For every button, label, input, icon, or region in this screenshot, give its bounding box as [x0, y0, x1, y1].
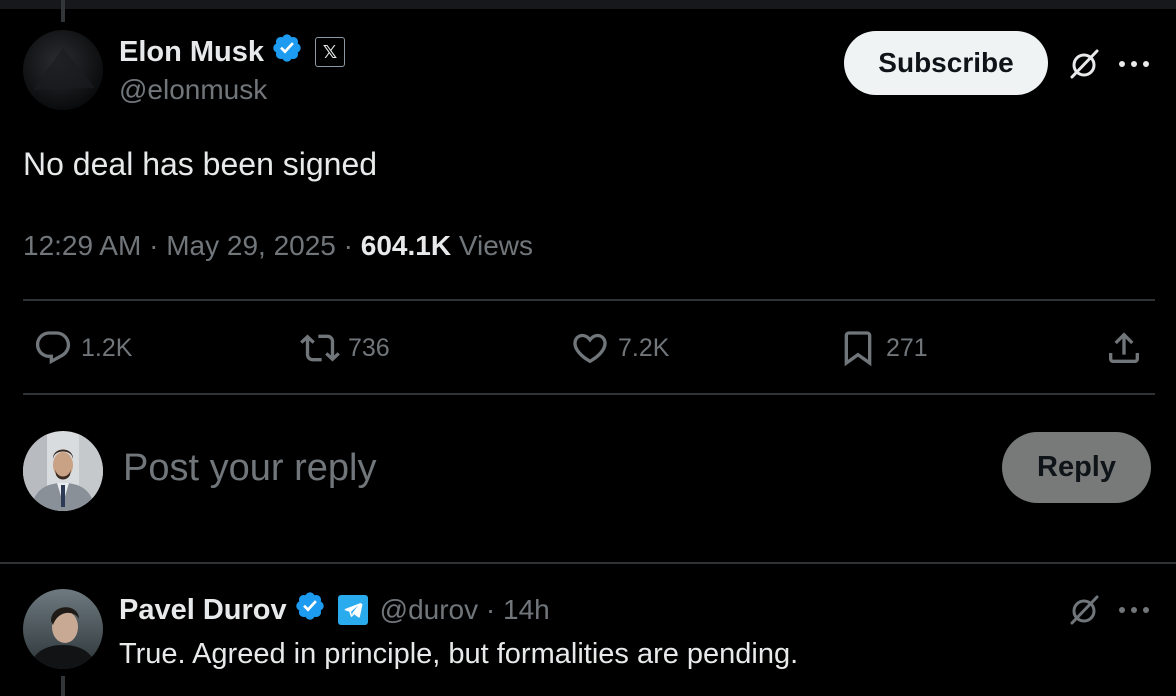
reply-author-name[interactable]: Pavel Durov: [119, 594, 287, 627]
verified-badge-icon: [294, 590, 326, 630]
author-handle[interactable]: @elonmusk: [119, 74, 267, 106]
divider: [23, 299, 1155, 301]
bookmark-icon: [844, 331, 872, 367]
repost-icon: [300, 334, 340, 362]
heart-icon: [573, 333, 607, 364]
repost-count: 736: [348, 333, 390, 362]
x-logo-icon[interactable]: 𝕏: [315, 37, 346, 67]
verified-badge-icon: [271, 32, 303, 72]
author-name[interactable]: Elon Musk 𝕏: [119, 32, 346, 72]
tweet-text: No deal has been signed: [23, 146, 378, 182]
reply-action[interactable]: 1.2K: [33, 326, 132, 370]
bookmark-count: 271: [886, 333, 928, 362]
meta-separator: ·: [141, 230, 167, 261]
author-name-text: Elon Musk: [119, 35, 265, 68]
author-avatar[interactable]: [23, 30, 103, 110]
grok-icon[interactable]: [1064, 44, 1104, 84]
meta-separator: ·: [335, 230, 361, 261]
top-edge: [0, 0, 1176, 9]
divider: [23, 393, 1155, 395]
reply-input[interactable]: [123, 444, 923, 492]
meta-separator: ·: [478, 594, 503, 625]
like-count: 7.2K: [618, 333, 670, 362]
like-action[interactable]: 7.2K: [570, 326, 669, 370]
telegram-logo-icon[interactable]: [337, 595, 368, 625]
reply-author-header: Pavel Durov @durov · 14h: [119, 590, 550, 630]
reply-time[interactable]: 14h: [503, 594, 550, 625]
subscribe-button[interactable]: Subscribe: [844, 31, 1048, 95]
reply-author-avatar[interactable]: [23, 589, 103, 669]
reply-icon: [35, 331, 71, 365]
reply-count: 1.2K: [81, 333, 133, 362]
reply-meta: @durov · 14h: [380, 594, 550, 626]
tweet-detail-page: Elon Musk 𝕏 @elonmusk Subscribe No deal …: [0, 0, 1176, 696]
thread-line-top: [61, 0, 65, 22]
more-options-icon[interactable]: [1116, 596, 1152, 624]
reply-handle[interactable]: @durov: [380, 594, 478, 625]
views-count: 604.1K: [360, 230, 452, 261]
reply-text: True. Agreed in principle, but formaliti…: [119, 638, 799, 670]
reply-button[interactable]: Reply: [1002, 432, 1151, 503]
tweet-meta: 12:29 AM · May 29, 2025 · 604.1K Views: [23, 230, 533, 262]
share-action[interactable]: [1104, 326, 1144, 370]
current-user-avatar[interactable]: [23, 431, 103, 511]
thread-line-bottom: [61, 676, 65, 696]
bookmark-action[interactable]: 271: [838, 326, 928, 370]
section-divider: [0, 562, 1176, 564]
grok-icon[interactable]: [1064, 590, 1104, 630]
more-options-icon[interactable]: [1116, 50, 1152, 78]
views-label: Views: [451, 230, 534, 261]
share-icon: [1109, 332, 1139, 363]
tweet-time[interactable]: 12:29 AM: [23, 230, 141, 261]
repost-action[interactable]: 736: [300, 326, 390, 370]
tweet-date[interactable]: May 29, 2025: [166, 230, 336, 261]
